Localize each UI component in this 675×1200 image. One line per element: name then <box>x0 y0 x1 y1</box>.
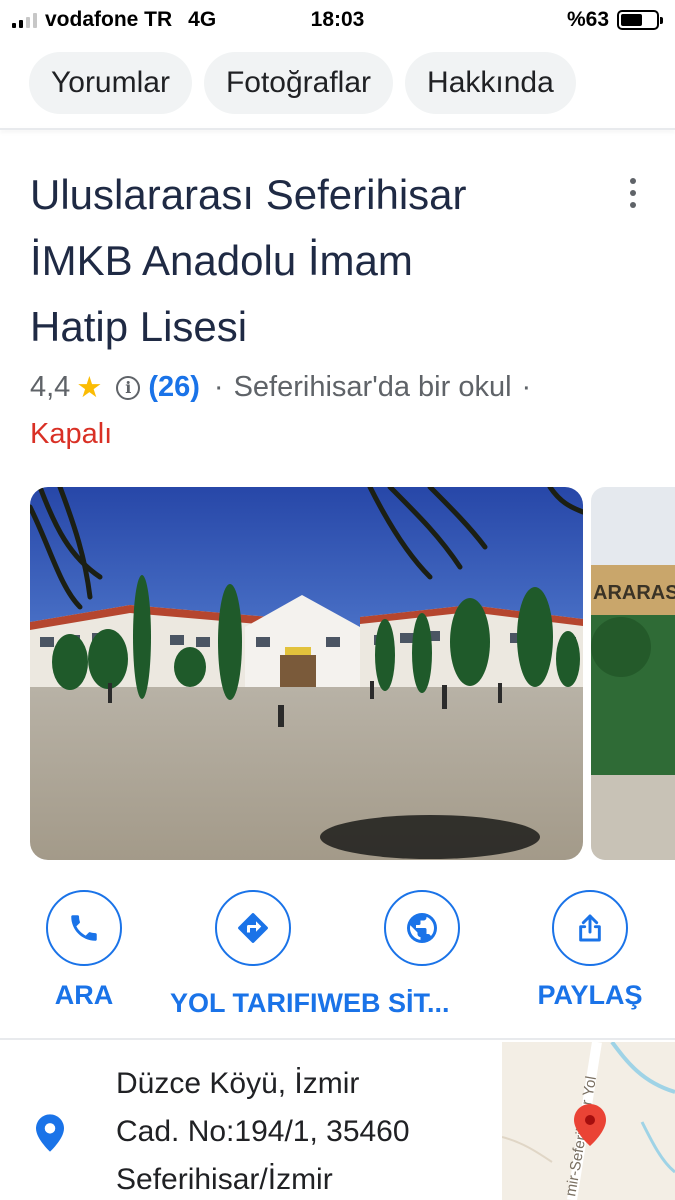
tab-about[interactable]: Hakkında <box>405 52 576 114</box>
school-photo-next[interactable]: ARARAS <box>591 487 675 860</box>
call-action[interactable]: ARA <box>9 890 159 1011</box>
separator-dot: · <box>213 371 224 403</box>
status-bar-right: %63 <box>566 8 663 32</box>
gate-photo-image: ARARAS <box>591 487 675 860</box>
place-title-line: İMKB Anadolu İmam <box>30 237 413 284</box>
review-count-link[interactable]: (26) <box>148 371 200 404</box>
place-title-line: Uluslararası Seferihisar <box>30 171 467 218</box>
tab-reviews[interactable]: Yorumlar <box>29 52 192 114</box>
battery-percent: %63 <box>566 8 609 31</box>
share-icon[interactable] <box>552 890 628 966</box>
school-photo[interactable] <box>30 487 583 860</box>
share-label: PAYLAŞ <box>537 980 643 1010</box>
map-thumbnail[interactable]: mir-Seferihisar Yol <box>502 1042 675 1200</box>
place-category: Seferihisar'da bir okul <box>233 371 512 403</box>
address-line: Seferihisar/İzmir <box>116 1163 333 1196</box>
place-title: Uluslararası Seferihisar İMKB Anadolu İm… <box>30 162 600 360</box>
school-photo-image <box>30 487 583 860</box>
rating-value: 4,4 <box>30 371 71 403</box>
actions-divider <box>0 1038 675 1040</box>
globe-icon[interactable] <box>384 890 460 966</box>
status-bar: vodafone TR 4G 18:03 %63 <box>0 0 675 40</box>
directions-label[interactable]: YOL TARIFI <box>170 988 318 1018</box>
directions-action[interactable] <box>178 890 328 966</box>
directions-website-labels: YOL TARIFIWEB SİT... <box>170 988 450 1019</box>
call-label: ARA <box>54 980 114 1010</box>
more-options-icon[interactable] <box>621 178 645 208</box>
open-status: Kapalı <box>30 418 113 450</box>
tabs-divider <box>0 128 675 130</box>
separator-dot: · <box>521 371 532 403</box>
address-line: Düzce Köyü, İzmir <box>116 1067 360 1100</box>
place-title-line: Hatip Lisesi <box>30 303 248 350</box>
battery-fill <box>621 14 643 26</box>
address-line: Cad. No:194/1, 35460 <box>116 1115 410 1148</box>
phone-icon[interactable] <box>46 890 122 966</box>
star-icon: ★ <box>76 372 103 404</box>
tab-photos[interactable]: Fotoğraflar <box>203 52 394 114</box>
battery-icon <box>617 10 663 30</box>
directions-icon[interactable] <box>215 890 291 966</box>
website-label[interactable]: WEB SİT... <box>318 988 450 1018</box>
address-text[interactable]: Düzce Köyü, İzmir Cad. No:194/1, 35460 S… <box>116 1060 486 1200</box>
share-action[interactable]: PAYLAŞ <box>515 890 665 1011</box>
svg-text:ARARAS: ARARAS <box>593 582 675 604</box>
location-pin-icon <box>36 1114 64 1157</box>
place-tabs: Yorumlar Fotoğraflar Hakkında <box>29 52 576 114</box>
place-meta: 4,4 ★ i (26) · Seferihisar'da bir okul · <box>30 370 670 405</box>
info-icon[interactable]: i <box>116 375 141 400</box>
website-action[interactable] <box>347 890 497 966</box>
